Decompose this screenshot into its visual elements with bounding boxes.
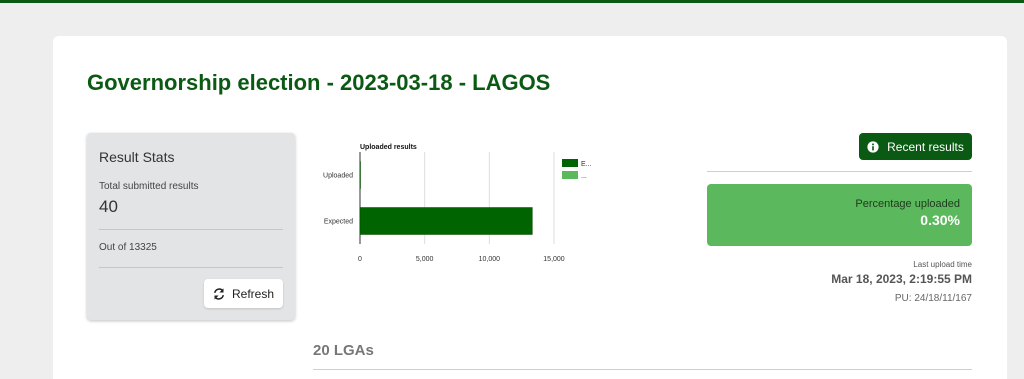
chart-title: Uploaded results <box>360 144 417 151</box>
percentage-uploaded-value: 0.30% <box>920 212 960 228</box>
total-submitted-value: 40 <box>99 197 118 216</box>
result-stats-panel: Result Stats Total submitted results 40 … <box>87 133 295 320</box>
stats-divider <box>99 267 283 268</box>
bar-expected <box>359 207 533 235</box>
recent-results-button[interactable]: Recent results <box>859 133 972 160</box>
right-divider <box>707 171 972 172</box>
y-category-label: Uploaded <box>323 173 353 180</box>
x-tick-label: 15,000 <box>543 256 565 263</box>
polling-unit-code: PU: 24/18/11/167 <box>894 293 972 304</box>
info-icon <box>867 140 879 153</box>
legend-label: E... <box>581 161 592 168</box>
out-of-total: Out of 13325 <box>99 242 157 253</box>
percentage-uploaded-box: Percentage uploaded 0.30% <box>707 184 972 246</box>
refresh-icon <box>213 287 224 300</box>
last-upload-label: Last upload time <box>913 260 972 269</box>
legend-swatch <box>562 159 578 167</box>
lga-count-heading: 20 LGAs <box>313 342 374 359</box>
page-title: Governorship election - 2023-03-18 - LAG… <box>87 70 551 95</box>
top-accent-strip <box>0 0 1024 3</box>
y-category-label: Expected <box>324 219 353 226</box>
x-tick-label: 0 <box>358 256 362 263</box>
legend-label: ... <box>581 173 587 180</box>
result-stats-title: Result Stats <box>99 149 175 165</box>
legend-swatch <box>562 171 578 179</box>
lga-divider <box>313 369 972 370</box>
bar-uploaded <box>359 161 361 189</box>
last-upload-time: Mar 18, 2023, 2:19:55 PM <box>831 272 972 286</box>
x-tick-label: 10,000 <box>479 256 501 263</box>
refresh-button[interactable]: Refresh <box>204 279 283 308</box>
stats-divider <box>99 229 283 230</box>
total-submitted-label: Total submitted results <box>99 181 199 192</box>
refresh-label: Refresh <box>231 286 275 301</box>
percentage-uploaded-label: Percentage uploaded <box>855 198 960 210</box>
uploaded-results-chart: Uploaded results 0 5,000 10,000 15,000 Upload… <box>323 144 592 263</box>
x-tick-label: 5,000 <box>416 256 434 263</box>
recent-results-label: Recent results <box>887 139 964 154</box>
